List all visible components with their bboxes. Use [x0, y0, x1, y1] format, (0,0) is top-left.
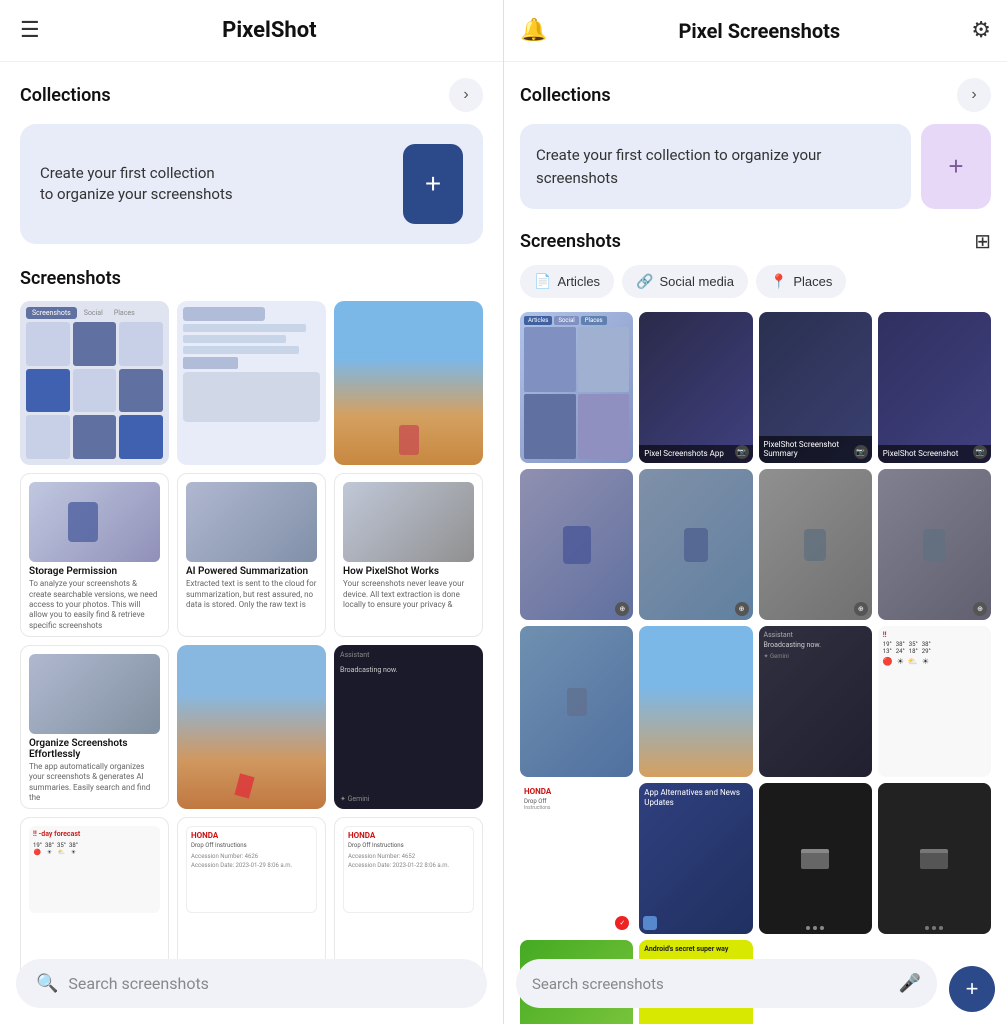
list-item[interactable]: PixelShot Screenshot Summary 📷: [759, 312, 872, 463]
list-item[interactable]: ⊕: [520, 469, 633, 620]
filter-chip-places-label: Places: [793, 274, 832, 289]
list-item[interactable]: Storage Permission To analyze your scree…: [20, 473, 169, 637]
list-item[interactable]: Organize Screenshots Effortlessly The ap…: [20, 645, 169, 809]
left-app-title: PixelShot: [56, 18, 483, 43]
list-item[interactable]: Articles Social Places: [520, 312, 633, 463]
left-add-collection-button[interactable]: +: [403, 144, 463, 224]
grid-item-label: Android's secret super way: [644, 945, 747, 953]
list-item[interactable]: [639, 626, 752, 777]
right-collections-chevron[interactable]: ›: [957, 78, 991, 112]
list-item[interactable]: Assistant Broadcasting now. ✦ Gemini: [334, 645, 483, 809]
filter-chip-social-label: Social media: [660, 274, 734, 289]
filter-chips: 📄 Articles 🔗 Social media 📍 Places: [520, 265, 991, 298]
filter-chip-articles-label: Articles: [557, 274, 600, 289]
right-screenshots-title: Screenshots: [520, 231, 621, 252]
list-item[interactable]: HONDA Drop Off Instructions Accession Nu…: [177, 817, 326, 981]
mic-icon[interactable]: 🎤: [899, 973, 921, 994]
list-item[interactable]: AI Powered Summarization Extracted text …: [177, 473, 326, 637]
right-screenshots-header: Screenshots ⊞: [520, 229, 991, 253]
right-collections-header: Collections ›: [520, 78, 991, 112]
screenshot-card-title: Organize Screenshots Effortlessly: [29, 738, 160, 760]
list-item[interactable]: HONDA Drop Off Instructions ✓: [520, 783, 633, 934]
filter-chip-social[interactable]: 🔗 Social media: [622, 265, 748, 298]
left-header: ☰ PixelShot: [0, 0, 503, 62]
places-icon: 📍: [770, 273, 787, 290]
list-item[interactable]: Screenshots Social Places: [20, 301, 169, 465]
list-item[interactable]: HONDA Drop Off Instructions Accession Nu…: [334, 817, 483, 981]
screenshot-card-desc: Extracted text is sent to the cloud for …: [186, 579, 317, 610]
list-item[interactable]: Assistant Broadcasting now. ✦ Gemini: [759, 626, 872, 777]
gear-icon[interactable]: ⚙: [971, 18, 991, 43]
grid-item-label: App Alternatives and News Updates: [644, 788, 747, 807]
list-item[interactable]: Pixel Screenshots App 📷: [639, 312, 752, 463]
screenshot-card-desc: To analyze your screenshots & create sea…: [29, 579, 160, 631]
list-item[interactable]: [878, 783, 991, 934]
left-collections-title: Collections: [20, 85, 111, 106]
filter-chip-places[interactable]: 📍 Places: [756, 265, 846, 298]
screenshot-card-title: AI Powered Summarization: [186, 566, 317, 577]
hamburger-icon[interactable]: ☰: [20, 18, 40, 43]
filter-chip-articles[interactable]: 📄 Articles: [520, 265, 614, 298]
social-icon: 🔗: [636, 273, 653, 290]
left-content: Collections › Create your first collecti…: [0, 62, 503, 1024]
list-item[interactable]: !! 19°13° 38°24° 35°18° 38°29° 🔴☀⛅☀: [878, 626, 991, 777]
right-app-title: Pixel Screenshots: [547, 19, 971, 43]
list-item[interactable]: How PixelShot Works Your screenshots nev…: [334, 473, 483, 637]
left-screenshots-grid: Screenshots Social Places: [20, 301, 483, 981]
screenshot-card-desc: The app automatically organizes your scr…: [29, 762, 160, 804]
list-item[interactable]: [520, 626, 633, 777]
list-item[interactable]: App Alternatives and News Updates: [639, 783, 752, 934]
left-search-bar[interactable]: 🔍 Search screenshots: [16, 959, 487, 1008]
search-icon: 🔍: [36, 973, 58, 994]
right-collections-title: Collections: [520, 85, 611, 106]
left-panel: ☰ PixelShot Collections › Create your fi…: [0, 0, 503, 1024]
right-add-collection-button[interactable]: +: [921, 124, 991, 209]
right-add-fab-button[interactable]: +: [949, 966, 995, 1012]
left-screenshots-header: Screenshots: [20, 268, 483, 289]
list-item[interactable]: PixelShot Screenshot 📷: [878, 312, 991, 463]
right-header: 🔔 Pixel Screenshots ⚙: [504, 0, 1007, 62]
left-collections-text: Create your first collectionto organize …: [40, 163, 391, 205]
list-item[interactable]: [177, 645, 326, 809]
list-item[interactable]: !! -day forecast 19°🔴 38°☀ 35°⛅ 38°☀: [20, 817, 169, 981]
right-panel: 🔔 Pixel Screenshots ⚙ Collections › Crea…: [503, 0, 1007, 1024]
bell-icon[interactable]: 🔔: [520, 18, 547, 43]
right-collections-card: Create your first collection to organize…: [520, 124, 991, 209]
list-item[interactable]: [334, 301, 483, 465]
right-screenshots-grid: Articles Social Places Pixel Screenshots…: [520, 312, 991, 1024]
list-item[interactable]: [759, 783, 872, 934]
list-item[interactable]: ⊕: [639, 469, 752, 620]
right-content: Collections › Create your first collecti…: [504, 62, 1007, 1024]
right-search-bar[interactable]: Search screenshots 🎤: [516, 959, 937, 1008]
left-screenshots-title: Screenshots: [20, 268, 121, 289]
screenshot-card-title: How PixelShot Works: [343, 566, 474, 577]
left-collections-card: Create your first collectionto organize …: [20, 124, 483, 244]
articles-icon: 📄: [534, 273, 551, 290]
screenshot-card-desc: Your screenshots never leave your device…: [343, 579, 474, 610]
list-item[interactable]: ⊕: [878, 469, 991, 620]
left-search-placeholder: Search screenshots: [68, 974, 209, 993]
grid-view-icon[interactable]: ⊞: [974, 229, 991, 253]
screenshot-card-title: Storage Permission: [29, 566, 160, 577]
right-collections-text: Create your first collection to organize…: [520, 124, 911, 209]
left-collections-header: Collections ›: [20, 78, 483, 112]
left-collections-chevron[interactable]: ›: [449, 78, 483, 112]
right-search-placeholder: Search screenshots: [532, 975, 889, 993]
list-item[interactable]: [177, 301, 326, 465]
list-item[interactable]: ⊕: [759, 469, 872, 620]
